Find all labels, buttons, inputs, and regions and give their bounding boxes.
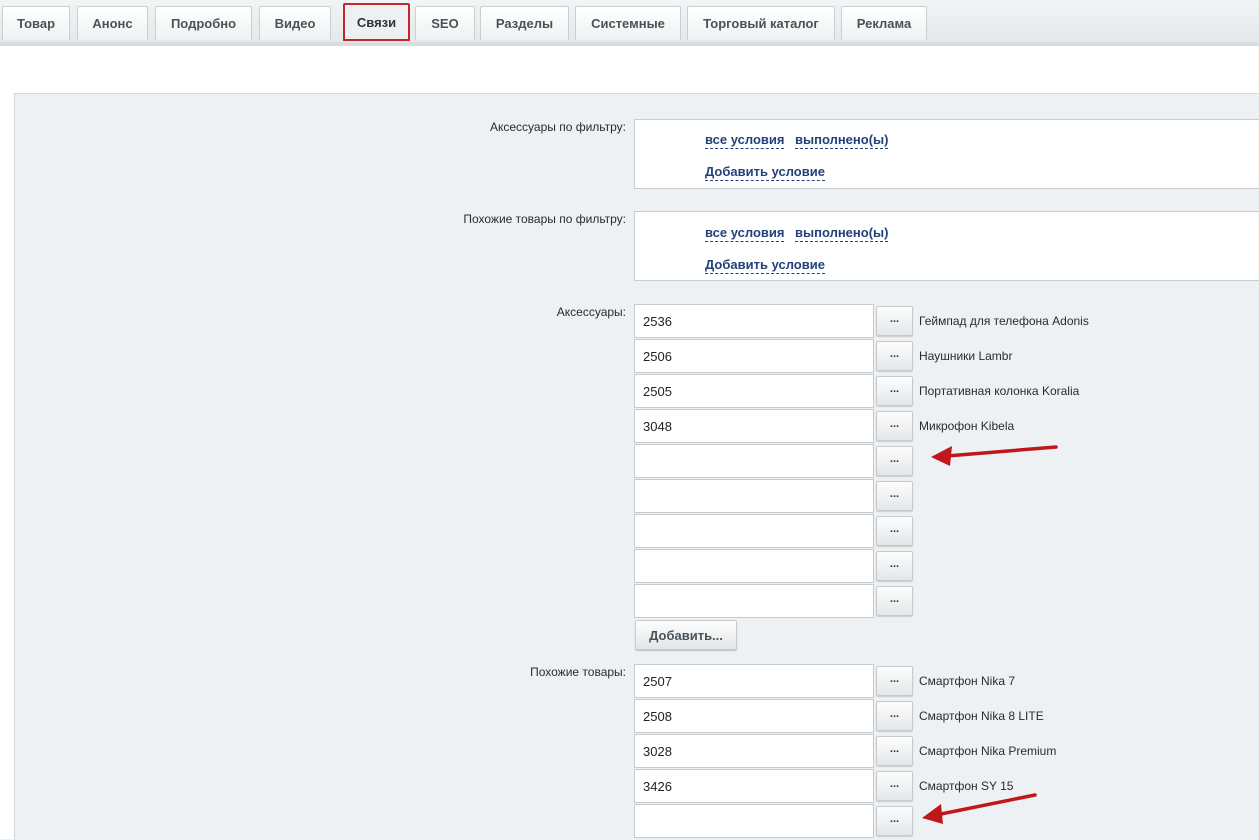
- accessory-id-input[interactable]: [634, 549, 874, 583]
- panel-edge: [0, 46, 14, 839]
- similar-filter-met[interactable]: выполнено(ы): [795, 225, 889, 242]
- similar-name: Смартфон Nika 8 LITE: [919, 709, 1044, 723]
- accessory-name: Наушники Lambr: [919, 349, 1013, 363]
- accessory-id-input[interactable]: [634, 444, 874, 478]
- tab-product[interactable]: Товар: [2, 6, 70, 40]
- panel-header: [0, 46, 1259, 94]
- similar-id-input[interactable]: [634, 664, 874, 698]
- accessory-id-input[interactable]: [634, 584, 874, 618]
- accessory-id-input[interactable]: [634, 479, 874, 513]
- similar-id-input[interactable]: [634, 699, 874, 733]
- similar-name: Смартфон Nika Premium: [919, 744, 1057, 758]
- accessory-browse-button[interactable]: ...: [876, 446, 913, 476]
- tab-sections[interactable]: Разделы: [480, 6, 569, 40]
- tab-video[interactable]: Видео: [259, 6, 331, 40]
- accessory-id-input[interactable]: [634, 339, 874, 373]
- accessory-browse-button[interactable]: ...: [876, 341, 913, 371]
- accessory-id-input[interactable]: [634, 514, 874, 548]
- tab-seo[interactable]: SEO: [415, 6, 475, 40]
- accessory-browse-button[interactable]: ...: [876, 376, 913, 406]
- similar-filter-label: Похожие товары по фильтру:: [463, 212, 626, 226]
- similar-label: Похожие товары:: [530, 665, 626, 679]
- tab-details[interactable]: Подробно: [155, 6, 252, 40]
- accessory-id-input[interactable]: [634, 304, 874, 338]
- tab-announce[interactable]: Анонс: [77, 6, 148, 40]
- tab-bar: Товар Анонс Подробно Видео Связи SEO Раз…: [0, 0, 1259, 44]
- accessory-name: Портативная колонка Koralia: [919, 384, 1080, 398]
- annotation-arrow-icon: [922, 793, 1037, 824]
- accessory-browse-button[interactable]: ...: [876, 586, 913, 616]
- accessory-browse-button[interactable]: ...: [876, 516, 913, 546]
- annotation-arrow-icon: [931, 445, 1058, 466]
- similar-browse-button[interactable]: ...: [876, 771, 913, 801]
- similar-id-input[interactable]: [634, 804, 874, 838]
- similar-filter-add-condition[interactable]: Добавить условие: [705, 257, 825, 274]
- similar-id-input[interactable]: [634, 769, 874, 803]
- accessory-id-input[interactable]: [634, 409, 874, 443]
- add-accessory-button[interactable]: Добавить...: [635, 620, 737, 650]
- tab-links[interactable]: Связи: [343, 3, 410, 41]
- similar-browse-button[interactable]: ...: [876, 701, 913, 731]
- accessory-browse-button[interactable]: ...: [876, 411, 913, 441]
- accessory-browse-button[interactable]: ...: [876, 481, 913, 511]
- tab-trade-catalog[interactable]: Торговый каталог: [687, 6, 835, 40]
- accessory-id-input[interactable]: [634, 374, 874, 408]
- similar-filter-all-conditions[interactable]: все условия: [705, 225, 785, 242]
- accessories-filter-all-conditions[interactable]: все условия: [705, 132, 785, 149]
- tab-system[interactable]: Системные: [575, 6, 681, 40]
- similar-browse-button[interactable]: ...: [876, 666, 913, 696]
- accessories-filter-add-condition[interactable]: Добавить условие: [705, 164, 825, 181]
- accessory-name: Геймпад для телефона Adonis: [919, 314, 1089, 328]
- similar-id-input[interactable]: [634, 734, 874, 768]
- accessory-browse-button[interactable]: ...: [876, 551, 913, 581]
- accessories-label: Аксессуары:: [556, 305, 626, 319]
- similar-browse-button[interactable]: ...: [876, 806, 913, 836]
- similar-name: Смартфон Nika 7: [919, 674, 1016, 688]
- tab-advertising[interactable]: Реклама: [841, 6, 927, 40]
- accessories-filter-label: Аксессуары по фильтру:: [489, 120, 626, 134]
- accessory-browse-button[interactable]: ...: [876, 306, 913, 336]
- accessory-name: Микрофон Kibela: [919, 419, 1015, 433]
- accessories-filter-met[interactable]: выполнено(ы): [795, 132, 889, 149]
- similar-browse-button[interactable]: ...: [876, 736, 913, 766]
